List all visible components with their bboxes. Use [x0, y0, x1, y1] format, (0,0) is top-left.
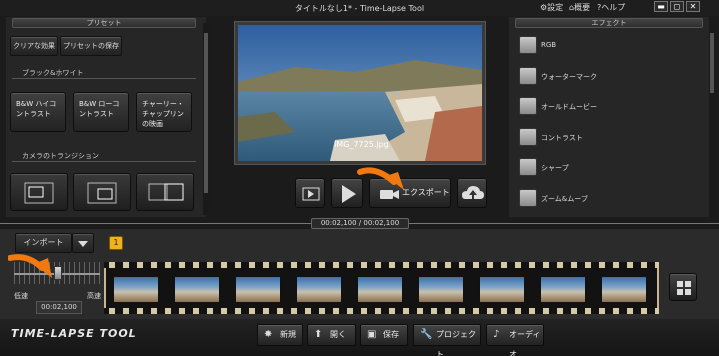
effect-watermark-label: ウォーターマーク: [541, 73, 597, 81]
effect-watermark-checkbox[interactable]: [519, 67, 537, 85]
project-button[interactable]: 🔧 プロジェクト: [413, 324, 481, 356]
effects-panel: [509, 17, 709, 217]
film-sprockets-top: [104, 262, 659, 268]
film-sprockets-bottom: [104, 308, 659, 314]
save-icon: ▣: [367, 329, 377, 340]
transition-pan-button[interactable]: [136, 173, 194, 211]
save-preset-button[interactable]: プリセットの保存: [60, 36, 122, 56]
timeline-frame[interactable]: [235, 276, 281, 303]
storyboard-icon: [302, 187, 320, 201]
effects-header: エフェクト: [515, 18, 703, 28]
upload-button[interactable]: [457, 178, 487, 208]
timeline-frame[interactable]: [174, 276, 220, 303]
pan-icon: [148, 183, 184, 201]
speed-value-field[interactable]: 00:02,100: [36, 301, 82, 314]
timeline-frame[interactable]: [601, 276, 647, 303]
bw-header: ブラック&ホワイト: [12, 69, 196, 79]
transition-zoom-out-button[interactable]: [73, 173, 131, 211]
zoom-in-icon: [24, 182, 54, 204]
speed-high-label: 高速: [87, 292, 101, 300]
annotation-arrow-speed: [8, 254, 52, 278]
import-button[interactable]: インポート: [15, 233, 72, 253]
minimize-button[interactable]: ▬: [654, 1, 668, 12]
timeline-frame[interactable]: [357, 276, 403, 303]
new-icon: ✸: [264, 329, 273, 340]
storyboard-button[interactable]: [295, 178, 325, 208]
preset-bw-high-contrast[interactable]: B&W ハイコントラスト: [10, 92, 66, 132]
timeline-frame[interactable]: [479, 276, 525, 303]
effect-rgb-checkbox[interactable]: [519, 36, 537, 54]
effect-contrast-label: コントラスト: [541, 134, 583, 142]
timeline-frame[interactable]: [296, 276, 342, 303]
frame-badge: 1: [109, 236, 123, 250]
save-button[interactable]: ▣ 保存: [360, 324, 408, 346]
effect-rgb-label: RGB: [541, 41, 557, 49]
presets-header: プリセット: [12, 18, 196, 28]
help-link[interactable]: ?ヘルプ: [597, 2, 625, 13]
effect-zoom-move-checkbox[interactable]: [519, 189, 537, 207]
music-note-icon: ♪: [493, 329, 500, 340]
camera-transition-header: カメラのトランジション: [12, 152, 196, 162]
new-button[interactable]: ✸ 新規: [257, 324, 303, 346]
cloud-upload-icon: [462, 186, 484, 199]
speed-low-label: 低速: [14, 292, 28, 300]
audio-button[interactable]: ♪ オーディオ: [486, 324, 544, 356]
presets-scrollbar[interactable]: [203, 23, 209, 215]
overview-link[interactable]: ⌂概要: [569, 2, 590, 13]
effects-scrollbar[interactable]: [709, 23, 715, 215]
annotation-arrow-export: [357, 167, 404, 190]
grid-view-button[interactable]: [669, 273, 697, 301]
app-logo: TIME-LAPSE TOOL: [11, 327, 137, 340]
effect-old-movie-checkbox[interactable]: [519, 97, 537, 115]
effect-contrast-checkbox[interactable]: [519, 128, 537, 146]
open-button[interactable]: ⬆ 開く: [307, 324, 356, 346]
wrench-icon: 🔧: [420, 329, 433, 340]
timeline-time: 00:02,100 / 00:02,100: [311, 218, 409, 229]
timeline-frame[interactable]: [418, 276, 464, 303]
effect-sharpen-label: シャープ: [541, 164, 569, 172]
close-button[interactable]: ✕: [686, 1, 700, 12]
settings-link[interactable]: ⚙設定: [540, 2, 563, 13]
effect-old-movie-label: オールドムービー: [541, 103, 597, 111]
preset-chaplin-movie[interactable]: チャーリー・チャップリンの映画: [136, 92, 192, 132]
preview-filename: IMG_7725.jpg: [334, 140, 389, 149]
maximize-button[interactable]: ◻: [670, 1, 684, 12]
open-icon: ⬆: [314, 329, 323, 340]
effects-scrollbar-thumb[interactable]: [710, 33, 714, 93]
timeline-frame[interactable]: [113, 276, 159, 303]
timeline-frame[interactable]: [540, 276, 586, 303]
chevron-down-icon: [78, 241, 88, 247]
zoom-out-icon: [87, 182, 117, 204]
import-dropdown-button[interactable]: [72, 233, 94, 253]
effect-zoom-move-label: ズーム&ムーブ: [541, 195, 588, 203]
clear-effects-button[interactable]: クリアな効果: [10, 36, 58, 56]
preset-bw-low-contrast[interactable]: B&W ローコントラスト: [73, 92, 129, 132]
effect-sharpen-checkbox[interactable]: [519, 158, 537, 176]
presets-scrollbar-thumb[interactable]: [204, 33, 208, 193]
grid-icon: [677, 281, 691, 295]
preview-frame: IMG_7725.jpg: [234, 21, 486, 165]
transition-zoom-in-button[interactable]: [10, 173, 68, 211]
